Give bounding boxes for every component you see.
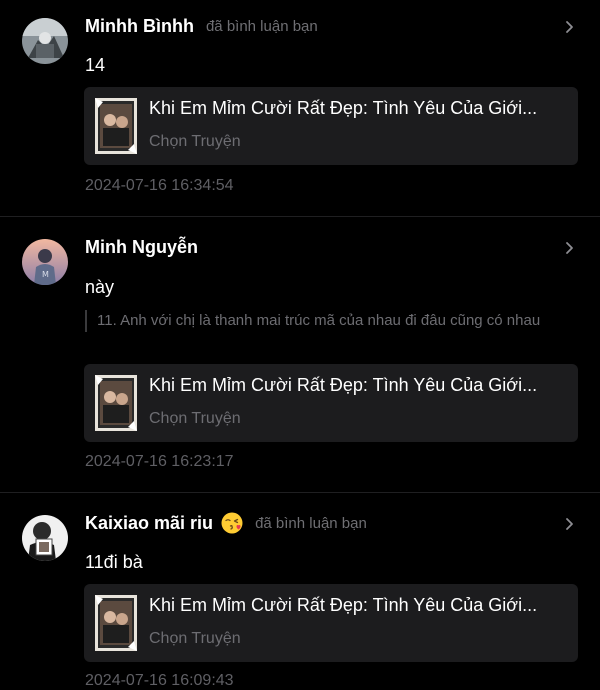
story-title: Khi Em Mỉm Cười Rất Đẹp: Tình Yêu Của Gi…: [149, 595, 538, 615]
user-name[interactable]: Minhh Bìnhh: [85, 16, 194, 37]
avatar[interactable]: M: [22, 239, 68, 285]
quoted-text: 11. Anh với chị là thanh mai trúc mã của…: [85, 310, 547, 332]
avatar[interactable]: [22, 18, 68, 64]
timestamp: 2024-07-16 16:23:17: [85, 453, 234, 470]
name-line: Minhh Bìnhh đã bình luận bạn: [85, 13, 318, 39]
name-line: Kaixiao mãi riu đã bình luận bạn: [85, 510, 367, 536]
chevron-right-icon[interactable]: [562, 241, 576, 255]
story-cover-image: [95, 98, 137, 154]
timestamp: 2024-07-16 16:34:54: [85, 177, 234, 194]
user-name[interactable]: Minh Nguyễn: [85, 237, 198, 258]
action-text: đã bình luận bạn: [205, 17, 318, 35]
story-cover-image: [95, 595, 137, 651]
divider: [0, 216, 600, 217]
comment-text: này: [85, 277, 115, 297]
story-subtitle: Chọn Truyện: [149, 410, 241, 427]
chevron-right-icon[interactable]: [562, 20, 576, 34]
story-subtitle: Chọn Truyện: [149, 630, 241, 647]
avatar[interactable]: [22, 515, 68, 561]
chevron-right-icon[interactable]: [562, 517, 576, 531]
svg-text:M: M: [42, 270, 49, 279]
kissing-face-emoji-icon: [221, 512, 243, 534]
name-line: Minh Nguyễn: [85, 234, 198, 260]
story-title: Khi Em Mỉm Cười Rất Đẹp: Tình Yêu Của Gi…: [149, 375, 538, 395]
action-text: đã bình luận bạn: [255, 514, 367, 532]
divider: [0, 492, 600, 493]
story-title: Khi Em Mỉm Cười Rất Đẹp: Tình Yêu Của Gi…: [149, 98, 538, 118]
timestamp: 2024-07-16 16:09:43: [85, 672, 234, 689]
comment-text: 11đi bà: [85, 552, 143, 572]
user-name[interactable]: Kaixiao mãi riu: [85, 513, 213, 534]
story-card[interactable]: Khi Em Mỉm Cười Rất Đẹp: Tình Yêu Của Gi…: [84, 584, 578, 662]
story-card[interactable]: Khi Em Mỉm Cười Rất Đẹp: Tình Yêu Của Gi…: [84, 364, 578, 442]
story-card[interactable]: Khi Em Mỉm Cười Rất Đẹp: Tình Yêu Của Gi…: [84, 87, 578, 165]
story-subtitle: Chọn Truyện: [149, 133, 241, 150]
story-cover-image: [95, 375, 137, 431]
comment-text: 14: [85, 55, 106, 75]
